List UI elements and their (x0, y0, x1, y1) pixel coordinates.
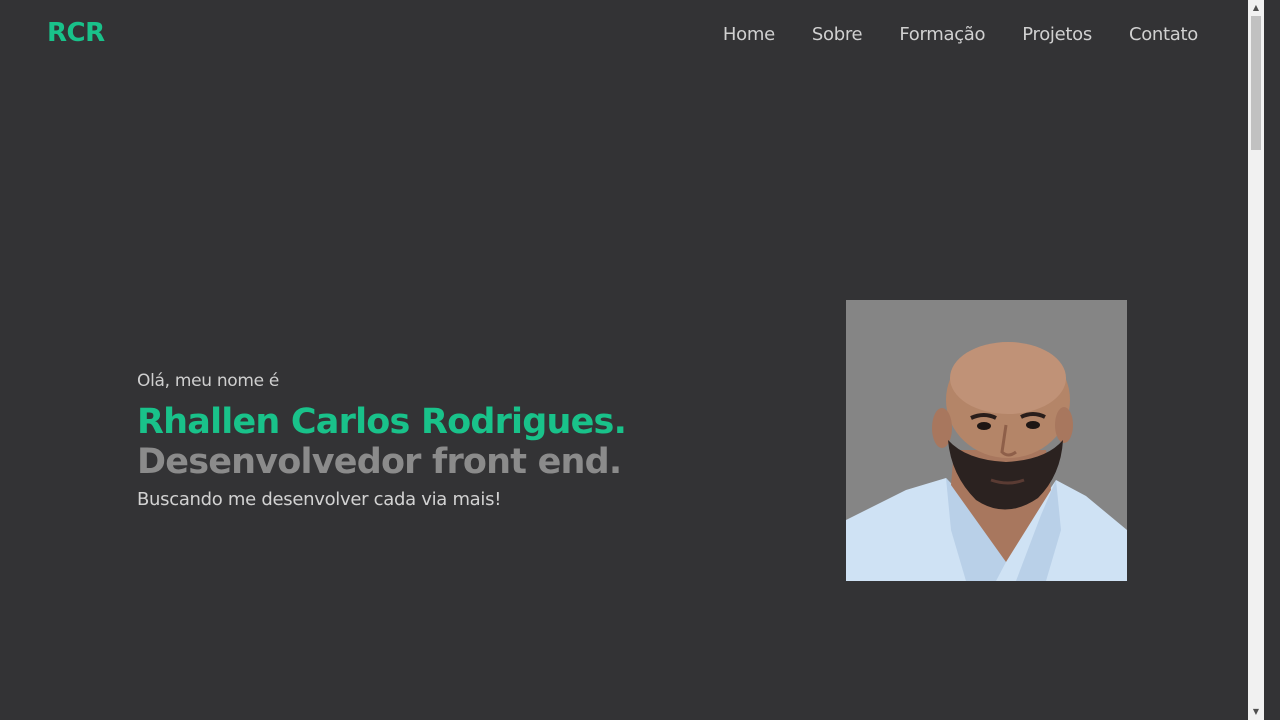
page: RCR Home Sobre Formação Projetos Contato… (0, 0, 1264, 720)
scrollbar-thumb[interactable] (1251, 16, 1261, 150)
hero-intro: Olá, meu nome é Rhallen Carlos Rodrigues… (137, 369, 627, 513)
triangle-down-icon[interactable]: ▼ (1248, 704, 1264, 720)
nav-contato[interactable]: Contato (1129, 24, 1198, 46)
nav-home[interactable]: Home (723, 24, 775, 46)
hero-tagline: Buscando me desenvolver cada via mais! (137, 489, 502, 510)
main-nav: Home Sobre Formação Projetos Contato (686, 24, 1198, 46)
profile-photo (846, 300, 1127, 581)
hero-role: Desenvolvedor front end. (137, 442, 622, 482)
logo-link[interactable]: RCR (47, 18, 105, 48)
vertical-scrollbar[interactable]: ▲ ▼ (1248, 0, 1264, 720)
nav-formacao[interactable]: Formação (899, 24, 985, 46)
hero-name: Rhallen Carlos Rodrigues. (137, 402, 627, 442)
hero-greeting: Olá, meu nome é (137, 371, 280, 391)
nav-sobre[interactable]: Sobre (812, 24, 863, 46)
nav-projetos[interactable]: Projetos (1022, 24, 1092, 46)
triangle-up-icon[interactable]: ▲ (1248, 0, 1264, 16)
portrait-illustration (846, 300, 1127, 581)
